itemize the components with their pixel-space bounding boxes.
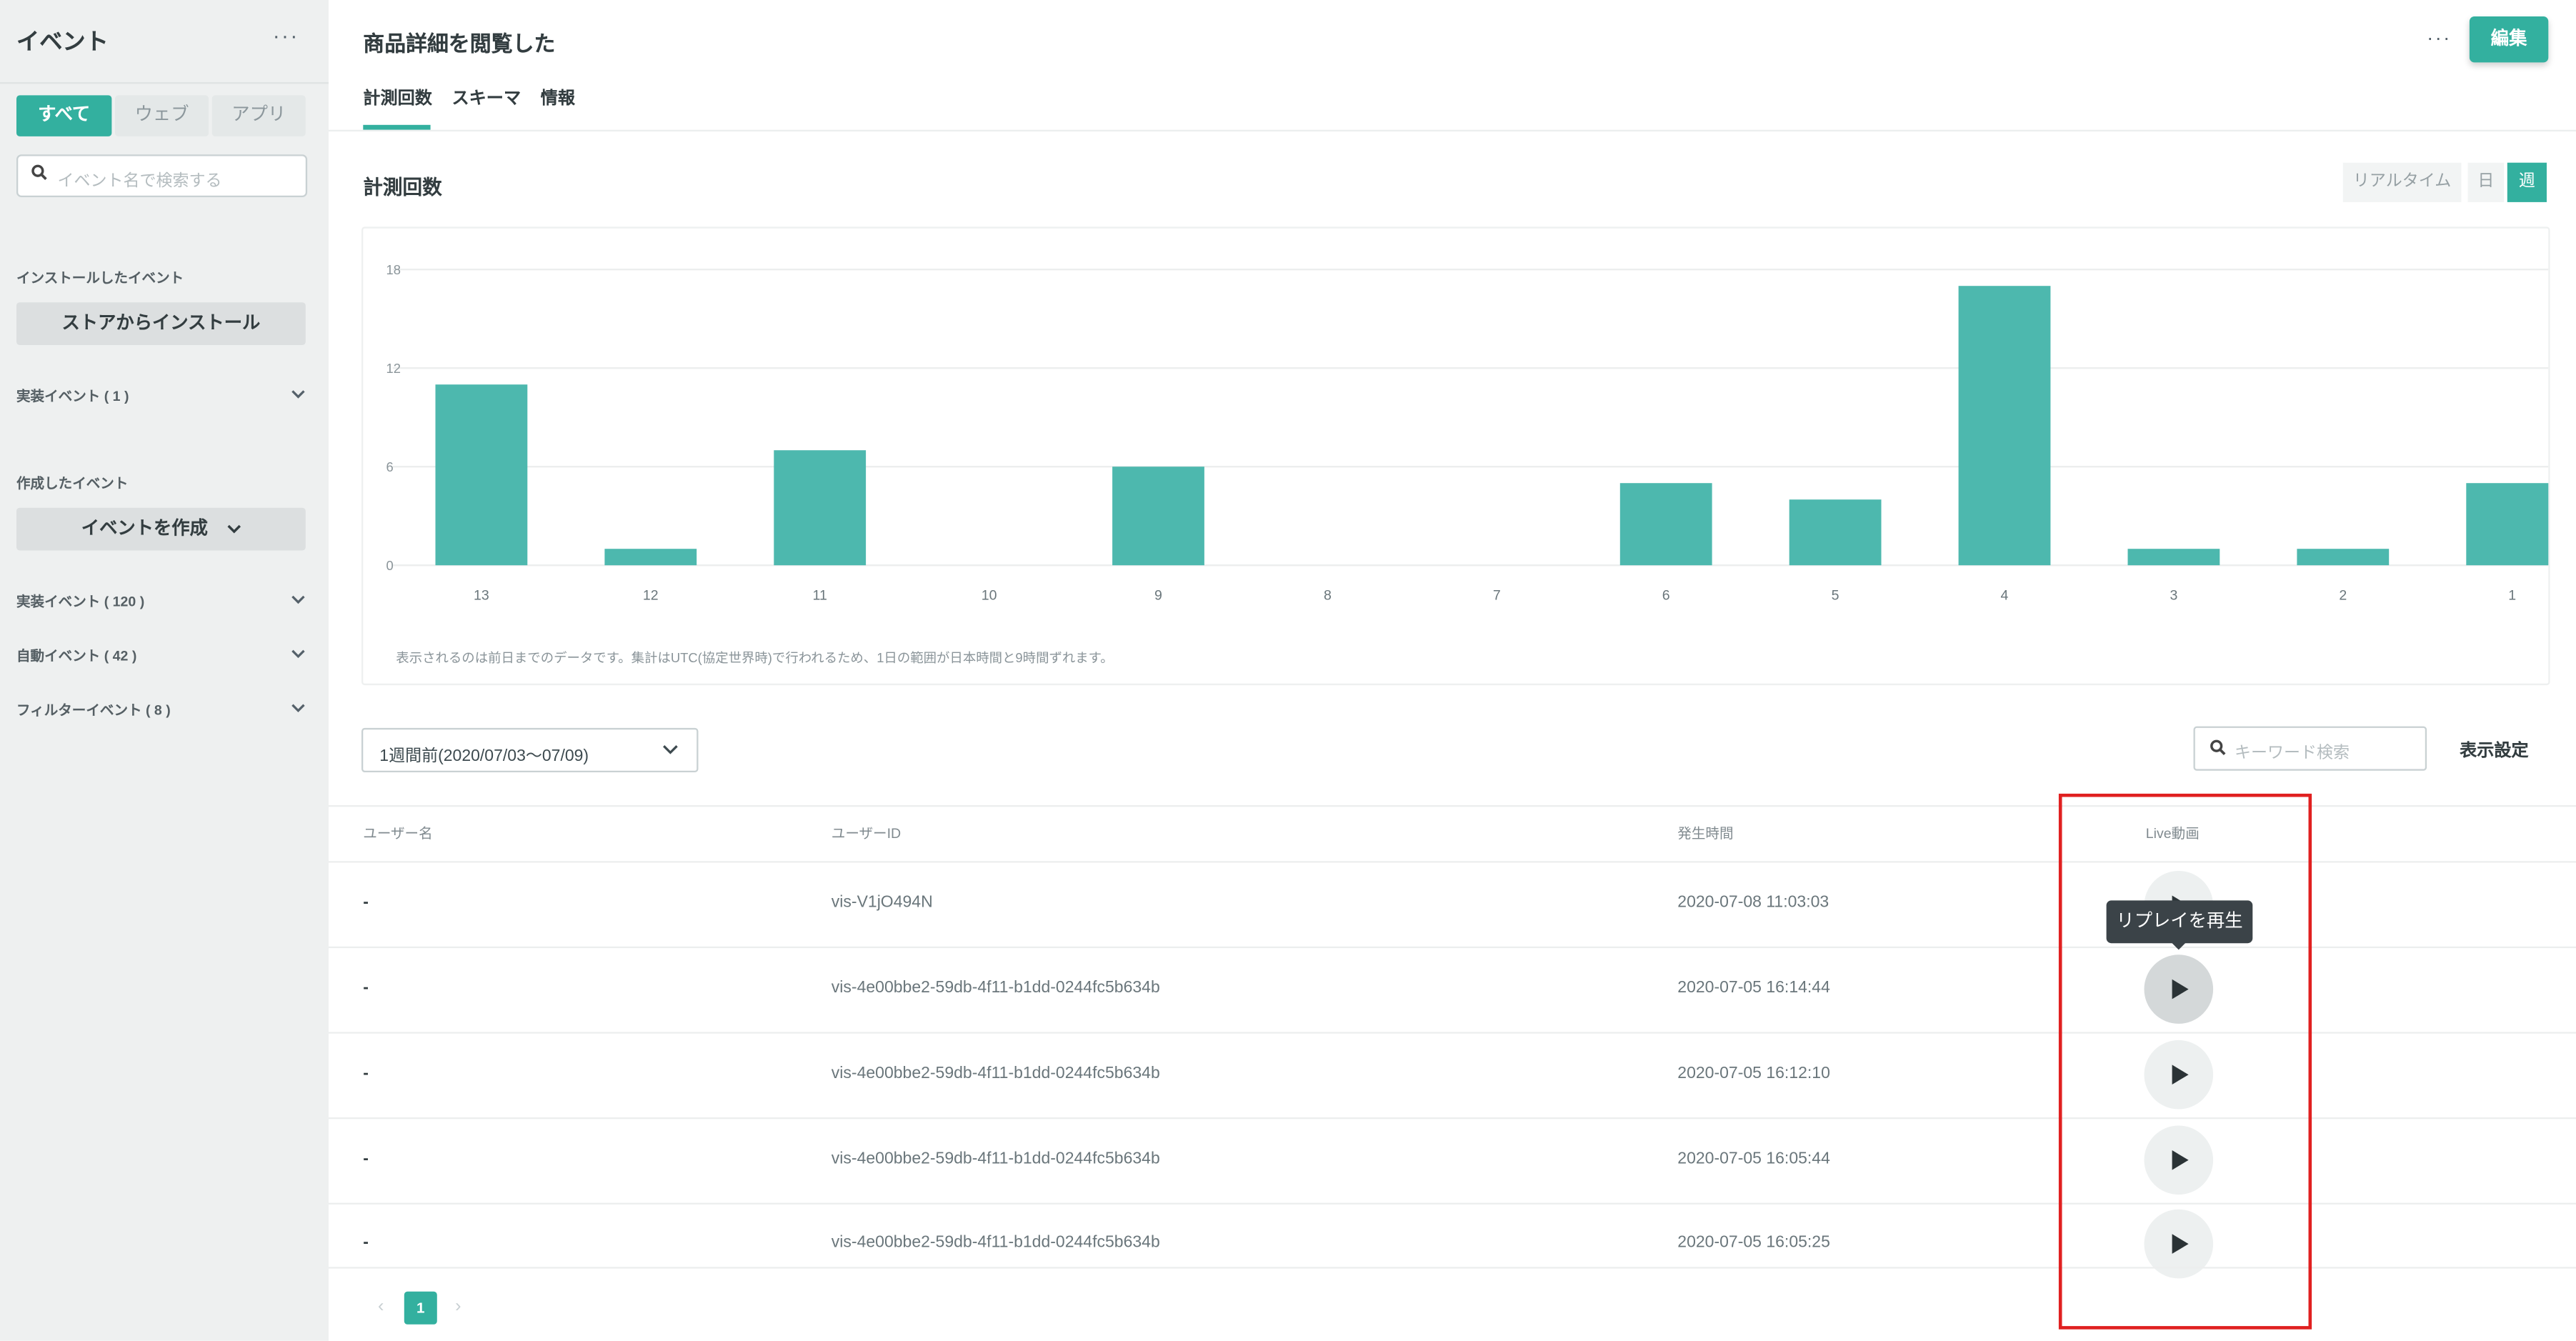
keyword-search-input[interactable]: キーワード検索 — [2193, 726, 2427, 771]
cell-username: - — [363, 894, 369, 912]
x-tick-label: 10 — [982, 588, 997, 604]
event-search-input[interactable]: イベント名で検索する — [16, 154, 308, 197]
keyword-placeholder: キーワード検索 — [2235, 744, 2350, 763]
cell-time: 2020-07-08 11:03:03 — [1677, 894, 1829, 912]
more-options-icon[interactable]: ··· — [2427, 26, 2452, 49]
range-week-button[interactable]: 週 — [2507, 162, 2547, 202]
x-tick-label: 9 — [1154, 588, 1162, 604]
bar[interactable] — [2297, 549, 2390, 566]
x-tick-label: 5 — [1832, 588, 1839, 604]
accordion-label: 自動イベント ( 42 ) — [16, 647, 137, 664]
y-tick-label: 18 — [386, 262, 401, 277]
create-event-label: イベントを作成 — [81, 519, 208, 539]
live-video-highlight-box — [2058, 793, 2312, 1330]
bar[interactable] — [604, 549, 697, 566]
chevron-down-icon — [291, 595, 305, 604]
column-header-time: 発生時間 — [1677, 824, 1734, 842]
chevron-down-icon — [291, 649, 305, 659]
search-icon — [31, 164, 47, 181]
page-title: 商品詳細を閲覧した — [363, 31, 556, 56]
active-tab-indicator — [363, 124, 431, 130]
created-events-label: 作成したイベント — [16, 474, 129, 492]
bar[interactable] — [2127, 549, 2220, 566]
cell-userid: vis-V1jO494N — [831, 894, 933, 912]
chevron-down-icon — [663, 745, 678, 754]
cell-username: - — [363, 1065, 369, 1083]
y-tick-label: 12 — [386, 361, 401, 376]
pagination-prev[interactable]: ‹ — [378, 1297, 384, 1317]
tabs-divider — [329, 129, 2576, 131]
bar[interactable] — [1619, 483, 1712, 566]
bar[interactable] — [774, 450, 867, 566]
x-tick-label: 6 — [1662, 588, 1670, 604]
x-tick-label: 4 — [2001, 588, 2009, 604]
auto-events-accordion[interactable]: 自動イベント ( 42 ) — [16, 646, 306, 669]
sidebar-divider — [0, 82, 329, 84]
tab-info[interactable]: 情報 — [541, 86, 575, 110]
range-day-button[interactable]: 日 — [2467, 162, 2505, 202]
x-tick-label: 12 — [643, 588, 659, 604]
create-event-button[interactable]: イベントを作成 — [16, 507, 306, 551]
y-tick-label: 6 — [386, 459, 394, 474]
segment-app[interactable]: アプリ — [211, 95, 306, 136]
search-placeholder: イベント名で検索する — [57, 172, 222, 191]
installed-events-label: インストールしたイベント — [16, 269, 184, 286]
chevron-down-icon — [291, 704, 305, 713]
edit-button[interactable]: 編集 — [2469, 16, 2549, 63]
cell-userid: vis-4e00bbe2-59db-4f11-b1dd-0244fc5b634b — [831, 1065, 1160, 1083]
pagination-page-1[interactable]: 1 — [404, 1291, 437, 1325]
cell-username: - — [363, 1150, 369, 1169]
chevron-down-icon — [291, 390, 305, 399]
cell-userid: vis-4e00bbe2-59db-4f11-b1dd-0244fc5b634b — [831, 1234, 1160, 1252]
cell-username: - — [363, 1234, 369, 1252]
bar[interactable] — [435, 384, 528, 566]
pagination-next[interactable]: › — [455, 1297, 461, 1317]
search-icon — [2210, 739, 2226, 756]
x-tick-label: 3 — [2170, 588, 2177, 604]
accordion-label: フィルターイベント ( 8 ) — [16, 702, 171, 719]
install-from-store-button[interactable]: ストアからインストール — [16, 302, 306, 345]
bar[interactable] — [1789, 499, 1882, 566]
period-value: 1週間前(2020/07/03〜07/09) — [379, 747, 589, 766]
y-tick-label: 0 — [386, 558, 394, 573]
x-tick-label: 7 — [1493, 588, 1501, 604]
x-tick-label: 13 — [474, 588, 489, 604]
x-tick-label: 8 — [1324, 588, 1332, 604]
implemented-created-accordion[interactable]: 実装イベント ( 120 ) — [16, 592, 306, 614]
section-title: 計測回数 — [363, 176, 442, 199]
column-header-username: ユーザー名 — [363, 824, 433, 842]
segment-web[interactable]: ウェブ — [115, 95, 209, 136]
sidebar-title: イベント — [16, 28, 109, 54]
bar-chart: 0 6 12 18 13 12 11 10 9 8 7 6 5 4 3 2 1 — [386, 262, 2549, 604]
display-settings-button[interactable]: 表示設定 — [2460, 738, 2529, 763]
sidebar-more-icon[interactable]: ··· — [273, 23, 299, 47]
bar[interactable] — [2466, 483, 2549, 566]
tab-schema[interactable]: スキーマ — [452, 86, 521, 110]
accordion-label: 実装イベント ( 120 ) — [16, 593, 145, 610]
accordion-label: 実装イベント ( 1 ) — [16, 387, 129, 404]
chart-container: 0 6 12 18 13 12 11 10 9 8 7 6 5 4 3 2 1 表示されるのは前日までのデータで… — [361, 226, 2550, 686]
period-select[interactable]: 1週間前(2020/07/03〜07/09) — [361, 727, 699, 772]
cell-time: 2020-07-05 16:05:44 — [1677, 1150, 1830, 1169]
segment-all[interactable]: すべて — [16, 95, 112, 136]
filter-events-accordion[interactable]: フィルターイベント ( 8 ) — [16, 700, 306, 723]
cell-time: 2020-07-05 16:12:10 — [1677, 1065, 1830, 1083]
cell-time: 2020-07-05 16:05:25 — [1677, 1234, 1830, 1252]
cell-username: - — [363, 979, 369, 998]
chart-note: 表示されるのは前日までのデータです。集計はUTC(協定世界時)で行われるため、1… — [396, 650, 1114, 666]
bar[interactable] — [1112, 467, 1204, 566]
implemented-installed-accordion[interactable]: 実装イベント ( 1 ) — [16, 387, 306, 409]
x-tick-label: 2 — [2339, 588, 2347, 604]
range-realtime-button[interactable]: リアルタイム — [2342, 162, 2462, 202]
sidebar: イベント ··· すべて ウェブ アプリ イベント名で検索する インストールした… — [0, 0, 329, 1341]
cell-time: 2020-07-05 16:14:44 — [1677, 979, 1830, 998]
chevron-down-icon — [226, 524, 240, 534]
column-header-userid: ユーザーID — [831, 824, 902, 842]
x-tick-label: 11 — [813, 588, 827, 604]
cell-userid: vis-4e00bbe2-59db-4f11-b1dd-0244fc5b634b — [831, 979, 1160, 998]
bar[interactable] — [1958, 286, 2051, 566]
tab-measure-count[interactable]: 計測回数 — [363, 86, 432, 110]
x-tick-label: 1 — [2508, 588, 2516, 604]
cell-userid: vis-4e00bbe2-59db-4f11-b1dd-0244fc5b634b — [831, 1150, 1160, 1169]
